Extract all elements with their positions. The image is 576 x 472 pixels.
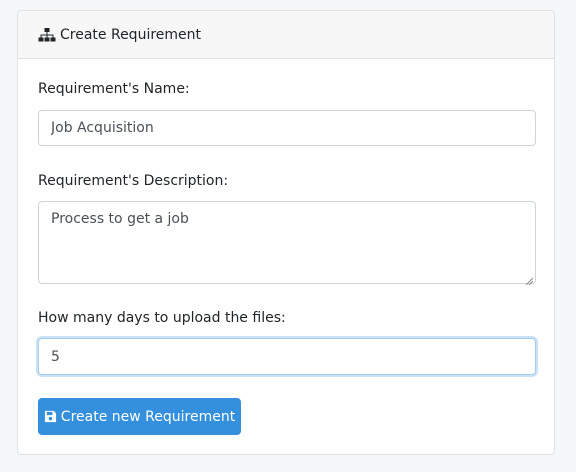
save-icon [44,410,57,423]
requirement-name-label: Requirement's Name: [38,81,190,97]
requirement-name-input[interactable] [38,110,536,146]
card-title: Create Requirement [60,26,202,43]
create-requirement-button-label: Create new Requirement [60,408,236,425]
requirement-description-textarea[interactable]: Process to get a job [38,201,536,286]
requirement-description-text: Process to get a job [51,211,189,227]
card-header: Create Requirement [18,11,554,59]
create-requirement-button[interactable]: Create new Requirement [38,398,241,435]
upload-days-input[interactable] [38,338,536,375]
requirement-description-label: Requirement's Description: [38,173,229,189]
sitemap-icon [38,27,56,42]
create-requirement-card: Create Requirement Requirement's Name: R… [17,10,555,455]
resize-grip-icon[interactable] [525,273,534,286]
upload-days-label: How many days to upload the files: [38,310,286,326]
